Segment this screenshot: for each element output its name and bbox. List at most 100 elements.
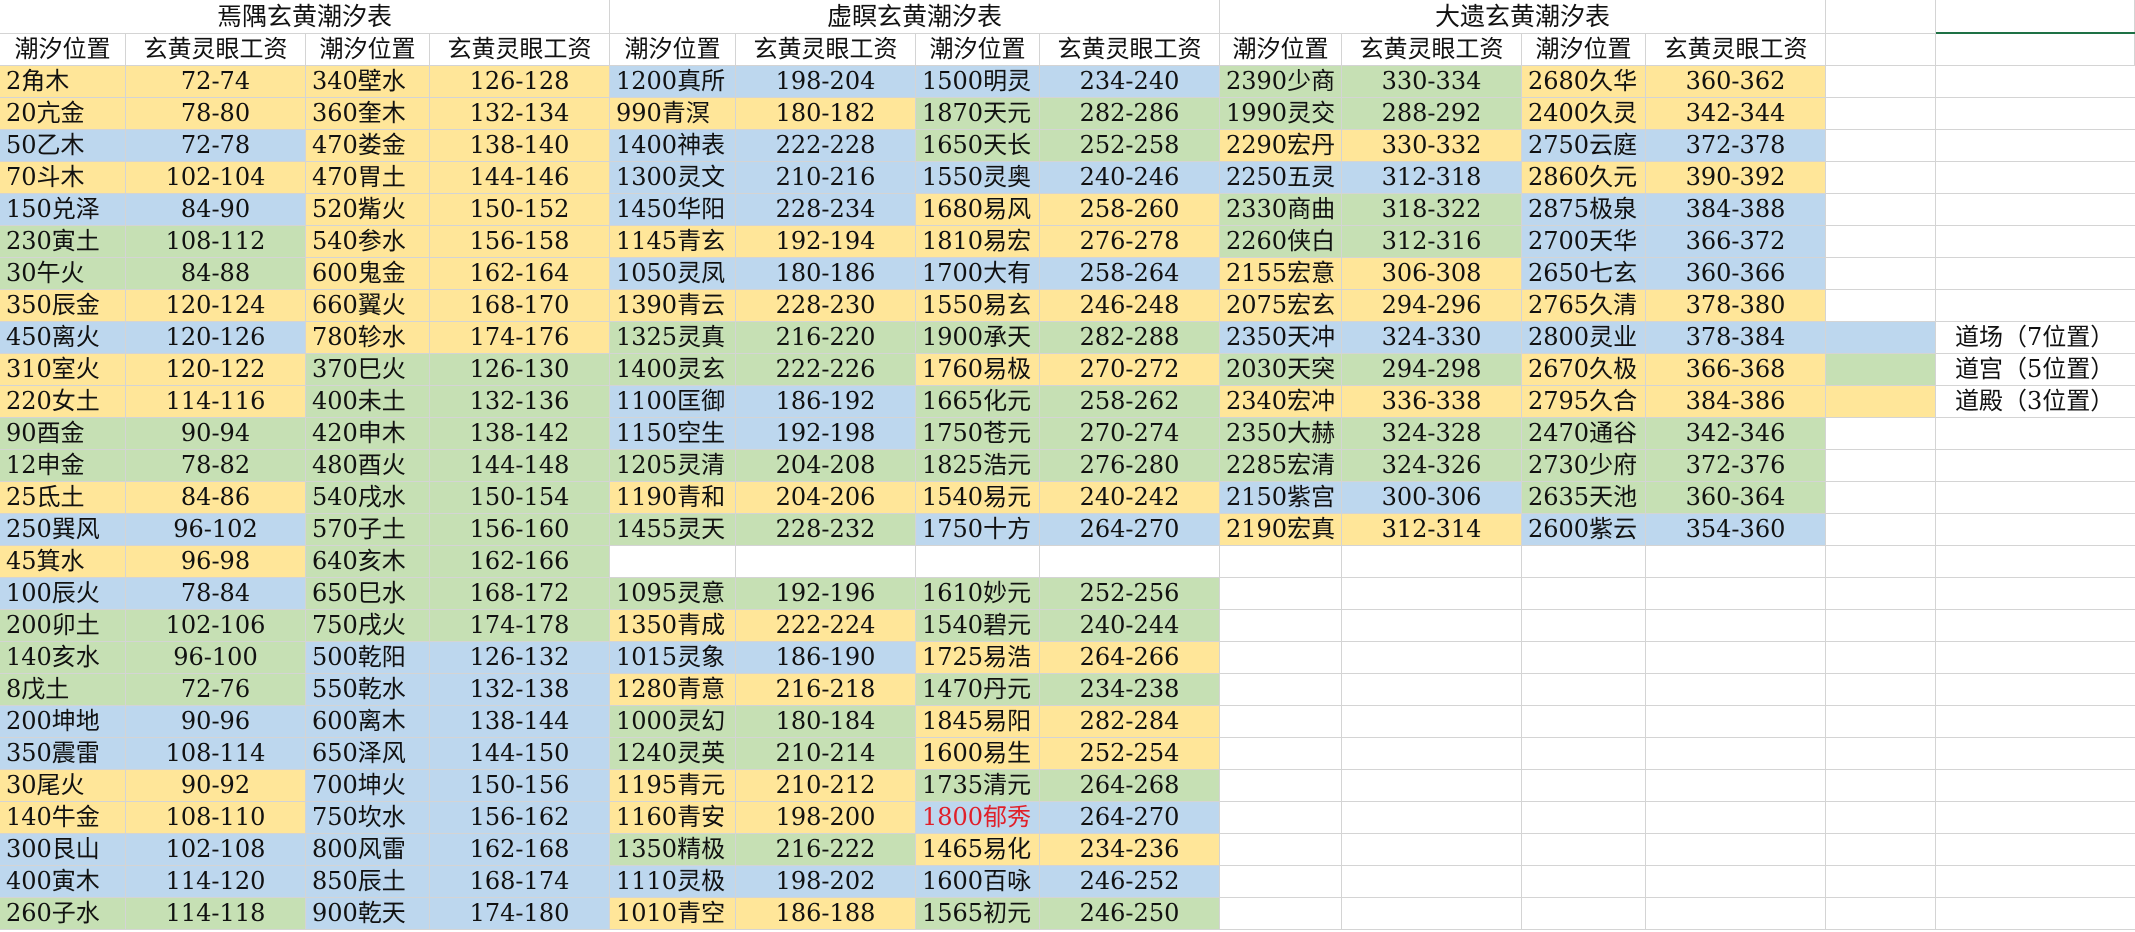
empty-cell[interactable] — [1646, 642, 1826, 674]
empty-cell[interactable] — [1826, 194, 1936, 226]
eye-wage-cell[interactable]: 240-244 — [1040, 610, 1220, 642]
empty-cell[interactable] — [1936, 34, 2135, 66]
tide-position-cell[interactable]: 1870天元 — [916, 98, 1040, 130]
tide-position-cell[interactable]: 1540易元 — [916, 482, 1040, 514]
eye-wage-cell[interactable]: 288-292 — [1342, 98, 1522, 130]
empty-cell[interactable] — [1826, 130, 1936, 162]
eye-wage-cell[interactable]: 102-108 — [126, 834, 306, 866]
tide-position-cell[interactable]: 700坤火 — [306, 770, 430, 802]
empty-cell[interactable] — [1826, 546, 1936, 578]
empty-cell[interactable] — [1342, 802, 1522, 834]
tide-position-cell[interactable]: 2030天突 — [1220, 354, 1342, 386]
tide-position-cell[interactable]: 2155宏意 — [1220, 258, 1342, 290]
empty-cell[interactable] — [1522, 674, 1646, 706]
tide-position-cell[interactable]: 1750苍元 — [916, 418, 1040, 450]
tide-position-cell[interactable]: 300艮山 — [0, 834, 126, 866]
empty-cell[interactable] — [1936, 290, 2135, 322]
tide-position-cell[interactable]: 1280青意 — [610, 674, 736, 706]
tide-position-cell[interactable]: 650巳水 — [306, 578, 430, 610]
tide-position-cell[interactable]: 1825浩元 — [916, 450, 1040, 482]
tide-position-cell[interactable]: 2750云庭 — [1522, 130, 1646, 162]
eye-wage-cell[interactable]: 156-158 — [430, 226, 610, 258]
tide-position-cell[interactable]: 310室火 — [0, 354, 126, 386]
eye-wage-cell[interactable]: 96-98 — [126, 546, 306, 578]
tide-position-cell[interactable]: 2470通谷 — [1522, 418, 1646, 450]
tide-position-cell[interactable]: 200卯土 — [0, 610, 126, 642]
eye-wage-cell[interactable]: 168-174 — [430, 866, 610, 898]
tide-position-cell[interactable]: 2600紫云 — [1522, 514, 1646, 546]
tide-position-cell[interactable]: 2250五灵 — [1220, 162, 1342, 194]
empty-cell[interactable] — [1646, 802, 1826, 834]
eye-wage-cell[interactable]: 264-270 — [1040, 802, 1220, 834]
eye-wage-cell[interactable]: 246-252 — [1040, 866, 1220, 898]
empty-cell[interactable] — [1936, 546, 2135, 578]
tide-position-cell[interactable]: 1350青成 — [610, 610, 736, 642]
empty-cell[interactable] — [1936, 578, 2135, 610]
tide-position-cell[interactable]: 2340宏冲 — [1220, 386, 1342, 418]
tide-position-cell[interactable]: 1610妙元 — [916, 578, 1040, 610]
tide-position-cell[interactable]: 260子水 — [0, 898, 126, 930]
empty-cell[interactable] — [1522, 738, 1646, 770]
tide-position-cell[interactable] — [610, 546, 736, 578]
tide-position-cell[interactable]: 1600易生 — [916, 738, 1040, 770]
empty-cell[interactable] — [1826, 642, 1936, 674]
eye-wage-cell[interactable]: 162-168 — [430, 834, 610, 866]
tide-position-cell[interactable]: 220女土 — [0, 386, 126, 418]
eye-wage-cell[interactable]: 174-178 — [430, 610, 610, 642]
eye-wage-cell[interactable]: 150-154 — [430, 482, 610, 514]
tide-position-cell[interactable]: 2290宏丹 — [1220, 130, 1342, 162]
empty-cell[interactable] — [1220, 546, 1342, 578]
empty-cell[interactable] — [1936, 674, 2135, 706]
eye-wage-cell[interactable]: 132-138 — [430, 674, 610, 706]
eye-wage-cell[interactable]: 96-100 — [126, 642, 306, 674]
empty-cell[interactable] — [1936, 162, 2135, 194]
empty-cell[interactable] — [1342, 674, 1522, 706]
eye-wage-cell[interactable]: 78-82 — [126, 450, 306, 482]
empty-cell[interactable] — [1826, 610, 1936, 642]
empty-cell[interactable] — [1826, 706, 1936, 738]
empty-cell[interactable] — [1936, 514, 2135, 546]
tide-position-cell[interactable]: 30尾火 — [0, 770, 126, 802]
tide-position-cell[interactable]: 470娄金 — [306, 130, 430, 162]
eye-wage-cell[interactable]: 366-372 — [1646, 226, 1826, 258]
tide-position-cell[interactable]: 1145青玄 — [610, 226, 736, 258]
empty-cell[interactable] — [1220, 610, 1342, 642]
eye-wage-cell[interactable]: 282-286 — [1040, 98, 1220, 130]
tide-position-cell[interactable]: 1095灵意 — [610, 578, 736, 610]
tide-position-cell[interactable]: 1400灵玄 — [610, 354, 736, 386]
eye-wage-cell[interactable]: 234-238 — [1040, 674, 1220, 706]
empty-cell[interactable] — [1342, 546, 1522, 578]
eye-wage-cell[interactable]: 258-260 — [1040, 194, 1220, 226]
eye-wage-cell[interactable]: 252-258 — [1040, 130, 1220, 162]
tide-position-cell[interactable]: 2680久华 — [1522, 66, 1646, 98]
eye-wage-cell[interactable]: 186-190 — [736, 642, 916, 674]
eye-wage-cell[interactable]: 270-272 — [1040, 354, 1220, 386]
empty-cell[interactable] — [1936, 418, 2135, 450]
eye-wage-cell[interactable]: 276-278 — [1040, 226, 1220, 258]
eye-wage-cell[interactable]: 180-184 — [736, 706, 916, 738]
tide-position-cell[interactable]: 1110灵极 — [610, 866, 736, 898]
eye-wage-cell[interactable]: 132-136 — [430, 386, 610, 418]
eye-wage-cell[interactable]: 324-328 — [1342, 418, 1522, 450]
eye-wage-cell[interactable]: 294-296 — [1342, 290, 1522, 322]
tide-position-cell[interactable]: 30午火 — [0, 258, 126, 290]
eye-wage-cell[interactable]: 330-334 — [1342, 66, 1522, 98]
eye-wage-cell[interactable]: 108-112 — [126, 226, 306, 258]
eye-wage-cell[interactable]: 366-368 — [1646, 354, 1826, 386]
tide-position-cell[interactable]: 540戌水 — [306, 482, 430, 514]
eye-wage-cell[interactable]: 144-146 — [430, 162, 610, 194]
eye-wage-cell[interactable]: 126-132 — [430, 642, 610, 674]
empty-cell[interactable] — [1342, 578, 1522, 610]
tide-position-cell[interactable]: 1325灵真 — [610, 322, 736, 354]
tide-position-cell[interactable]: 90酉金 — [0, 418, 126, 450]
eye-wage-cell[interactable]: 150-152 — [430, 194, 610, 226]
eye-wage-cell[interactable]: 174-180 — [430, 898, 610, 930]
tide-position-cell[interactable]: 1390青云 — [610, 290, 736, 322]
tide-position-cell[interactable]: 2800灵业 — [1522, 322, 1646, 354]
tide-position-cell[interactable]: 1050灵凤 — [610, 258, 736, 290]
tide-position-cell[interactable]: 1750十方 — [916, 514, 1040, 546]
tide-position-cell[interactable]: 2390少商 — [1220, 66, 1342, 98]
eye-wage-cell[interactable]: 90-96 — [126, 706, 306, 738]
tide-position-cell[interactable]: 200坤地 — [0, 706, 126, 738]
tide-position-cell[interactable]: 1725易浩 — [916, 642, 1040, 674]
